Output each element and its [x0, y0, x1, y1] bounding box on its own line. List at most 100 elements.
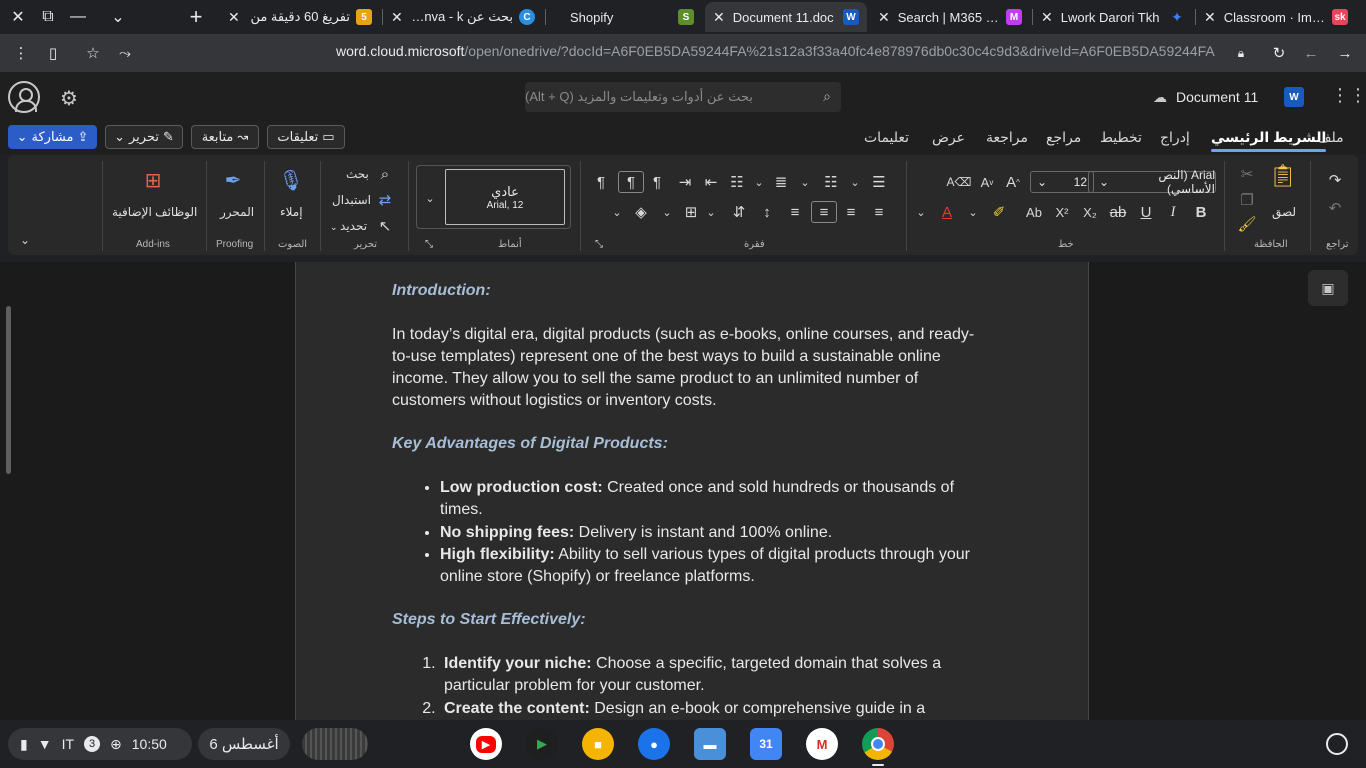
- side-pane-toggle-icon[interactable]: ▣: [1308, 270, 1348, 306]
- forward-arrow-icon[interactable]: →: [1334, 42, 1356, 64]
- chevron-down-icon[interactable]: ⌄: [656, 201, 678, 223]
- browser-tab-6[interactable]: ✕ Lwork Darori Tkh ✦: [1033, 2, 1193, 32]
- chevron-down-icon[interactable]: ⌄: [962, 201, 984, 223]
- font-size-select[interactable]: ⌄ 12: [1030, 171, 1094, 193]
- status-tray[interactable]: ▮ ▼ IT 3 ⊕ 10:50: [8, 728, 192, 760]
- tab-layout[interactable]: تخطيط: [1100, 129, 1142, 146]
- increase-indent-icon[interactable]: ⇥: [674, 171, 696, 193]
- paragraph-dialog-launcher-icon[interactable]: ⤡: [588, 233, 610, 255]
- vertical-scrollbar[interactable]: [6, 306, 11, 474]
- grow-font-icon[interactable]: A ^: [1002, 171, 1024, 193]
- align-right-icon[interactable]: ≡: [784, 201, 806, 223]
- track-changes-button[interactable]: متابعة ↝: [191, 125, 259, 149]
- strikethrough-icon[interactable]: ab: [1107, 201, 1129, 223]
- files-app-icon[interactable]: ▬: [694, 728, 726, 760]
- font-color-icon[interactable]: A: [936, 201, 958, 223]
- rtl-paragraph-icon[interactable]: ¶: [618, 171, 644, 193]
- reload-icon[interactable]: ↻: [1268, 42, 1290, 64]
- play-store-app-icon[interactable]: ▶: [526, 728, 558, 760]
- replace-icon[interactable]: ⇄: [374, 189, 396, 211]
- format-painter-icon[interactable]: 🖌︎: [1236, 213, 1258, 235]
- comments-button[interactable]: تعليقات ▭: [267, 125, 345, 149]
- paste-icon[interactable]: 📋︎: [1269, 163, 1297, 188]
- app-icon-yellow[interactable]: ■: [582, 728, 614, 760]
- undo-icon[interactable]: ↷: [1324, 169, 1346, 191]
- lock-icon[interactable]: 🔒︎: [1230, 42, 1252, 64]
- copy-icon[interactable]: ❐: [1236, 189, 1258, 211]
- numbering-icon[interactable]: ☷: [820, 171, 842, 193]
- show-marks-icon[interactable]: ¶: [590, 171, 612, 193]
- desk-thumbnail[interactable]: [302, 728, 368, 760]
- close-window-icon[interactable]: ✕: [6, 6, 30, 28]
- find-icon[interactable]: ⌕: [374, 163, 396, 185]
- browser-tab-2[interactable]: ✕ بحث عن Canva - k C: [383, 2, 543, 32]
- select-label[interactable]: ⌄ تحديد: [330, 219, 367, 233]
- browser-tab-1[interactable]: ✕ تفريغ 60 دقيقة من 5: [220, 2, 380, 32]
- launcher-icon[interactable]: [1326, 733, 1348, 755]
- change-case-icon[interactable]: Ab: [1023, 201, 1045, 223]
- chrome-app-icon[interactable]: [862, 728, 894, 760]
- editor-pen-icon[interactable]: ✒: [222, 169, 244, 192]
- editor-label[interactable]: المحرر: [220, 205, 254, 219]
- side-panel-icon[interactable]: ▯: [42, 42, 64, 64]
- chevron-down-icon[interactable]: ⌄: [910, 201, 932, 223]
- checklist-icon[interactable]: ☷: [726, 171, 748, 193]
- chevron-down-icon[interactable]: ⌄: [844, 171, 866, 193]
- bullets-icon[interactable]: ☰: [868, 171, 890, 193]
- tab-review[interactable]: مراجعة: [986, 129, 1028, 146]
- align-center-icon[interactable]: ≡: [840, 201, 862, 223]
- close-tab-icon[interactable]: ✕: [878, 9, 890, 26]
- multilevel-list-icon[interactable]: ≣: [770, 171, 792, 193]
- browser-tab-5[interactable]: ✕ Search | M365 Co M: [870, 2, 1030, 32]
- gmail-app-icon[interactable]: M: [806, 728, 838, 760]
- find-label[interactable]: بحث: [346, 167, 369, 181]
- minimize-window-icon[interactable]: —: [66, 6, 90, 28]
- superscript-icon[interactable]: X²: [1051, 201, 1073, 223]
- underline-icon[interactable]: U: [1135, 201, 1157, 223]
- shrink-font-icon[interactable]: Av: [976, 171, 998, 193]
- tab-insert[interactable]: إدراج: [1160, 129, 1190, 146]
- document-page[interactable]: Introduction: In today’s digital era, di…: [295, 262, 1089, 720]
- bookmark-star-icon[interactable]: ☆: [82, 42, 104, 64]
- tab-help[interactable]: تعليمات: [864, 129, 909, 146]
- document-content[interactable]: Introduction: In today’s digital era, di…: [392, 280, 992, 720]
- highlight-color-icon[interactable]: ✐: [988, 201, 1010, 223]
- subscript-icon[interactable]: X₂: [1079, 201, 1101, 223]
- edit-mode-button[interactable]: ⌄ تحرير ✎: [105, 125, 183, 149]
- share-route-icon[interactable]: ⤳: [114, 42, 136, 64]
- decrease-indent-icon[interactable]: ⇤: [700, 171, 722, 193]
- addins-grid-icon[interactable]: ⊞: [142, 169, 164, 192]
- justify-icon[interactable]: ≡: [868, 201, 890, 223]
- ltr-paragraph-icon[interactable]: ¶: [646, 171, 668, 193]
- style-normal-item[interactable]: عادي Arial, 12: [445, 169, 565, 225]
- chevron-down-icon[interactable]: ⌄: [748, 171, 770, 193]
- browser-tab-7[interactable]: ✕ Classroom · Imad sk: [1196, 2, 1356, 32]
- close-tab-icon[interactable]: ✕: [1041, 9, 1053, 26]
- font-name-select[interactable]: Arial (النص الأساسي) ⌄: [1088, 168, 1216, 196]
- select-cursor-icon[interactable]: ↖: [374, 215, 396, 237]
- tab-home[interactable]: الشريط الرئيسي: [1211, 129, 1327, 152]
- restore-window-icon[interactable]: ⧉: [36, 6, 60, 28]
- cut-icon[interactable]: ✂: [1236, 163, 1258, 185]
- calendar-app-icon[interactable]: 31: [750, 728, 782, 760]
- close-tab-icon[interactable]: ✕: [228, 9, 240, 26]
- redo-icon[interactable]: ↶: [1324, 197, 1346, 219]
- italic-icon[interactable]: I: [1162, 201, 1184, 223]
- replace-label[interactable]: استبدال: [332, 193, 371, 207]
- browser-tab-4-active[interactable]: ✕ Document 11.doc W: [705, 2, 867, 32]
- tab-search-chevron-icon[interactable]: ⌄: [106, 6, 130, 28]
- chevron-down-icon[interactable]: ⌄: [794, 171, 816, 193]
- app-launcher-waffle-icon[interactable]: ⋮⋮⋮: [1331, 85, 1366, 106]
- chevron-down-icon[interactable]: ⌄: [700, 201, 722, 223]
- styles-dialog-launcher-icon[interactable]: ⤡: [418, 233, 440, 255]
- styles-expand-chevron-icon[interactable]: ⌄: [419, 187, 441, 209]
- browser-tab-3[interactable]: Shopify S: [546, 2, 702, 32]
- ribbon-collapse-chevron-icon[interactable]: ⌄: [14, 229, 36, 251]
- document-title[interactable]: Document 11: [1176, 89, 1258, 105]
- borders-icon[interactable]: ⊞: [680, 201, 702, 223]
- back-arrow-icon[interactable]: ←: [1300, 42, 1322, 64]
- cloud-save-icon[interactable]: ☁: [1153, 89, 1167, 106]
- clear-formatting-icon[interactable]: A⌫: [947, 171, 972, 193]
- share-button[interactable]: ⌄ مشاركة ⇪: [8, 125, 97, 149]
- line-spacing-icon[interactable]: ↕: [756, 201, 778, 223]
